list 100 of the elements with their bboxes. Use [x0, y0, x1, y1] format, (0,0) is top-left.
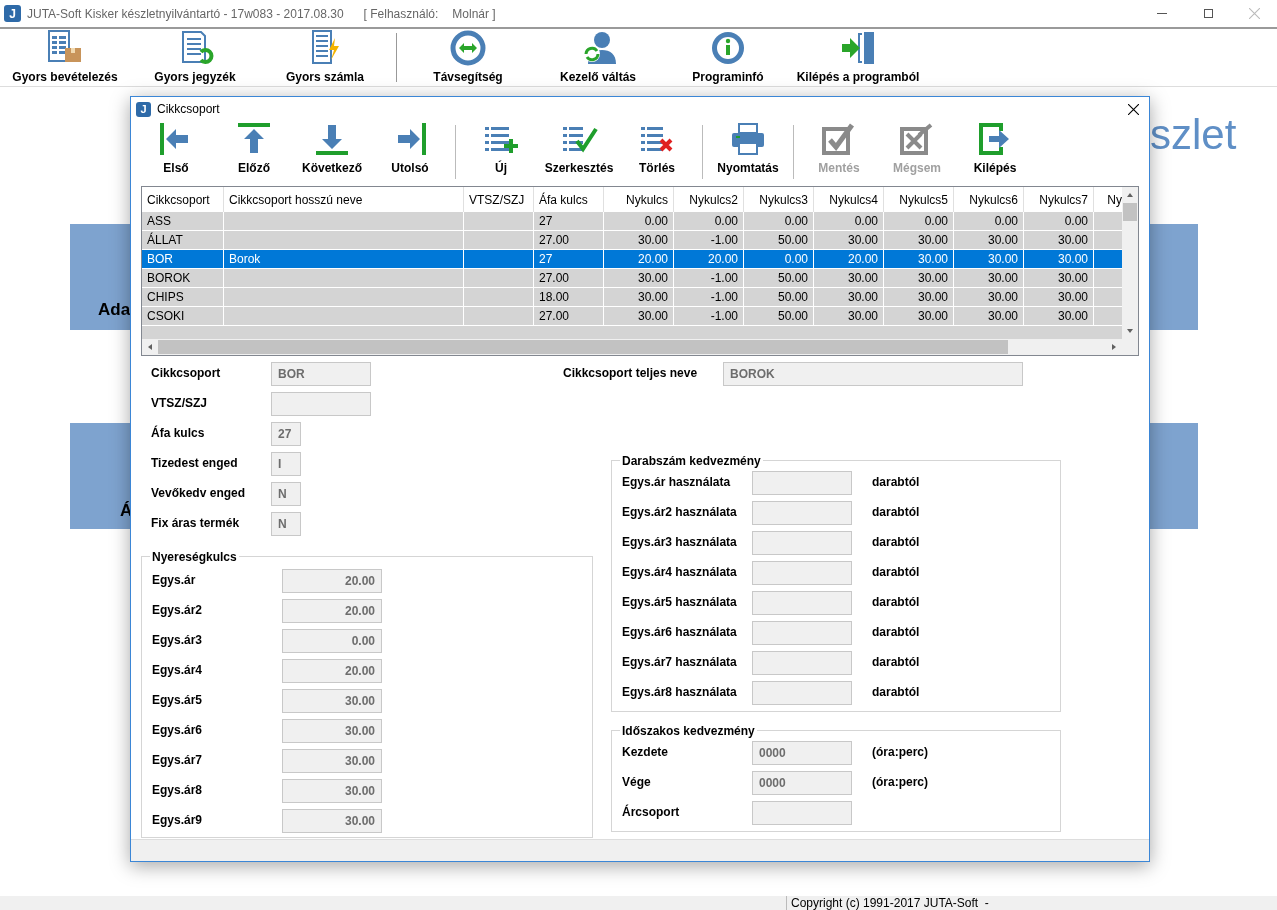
- table-cell-text: -1.00: [710, 232, 738, 249]
- input-field[interactable]: [752, 651, 852, 675]
- input-field[interactable]: [752, 561, 852, 585]
- table-cell-text: 30.00: [1057, 289, 1088, 306]
- input-field[interactable]: [752, 681, 852, 705]
- input-field[interactable]: N: [271, 482, 301, 506]
- table-cell-text: 0.00: [924, 213, 948, 230]
- table-cell-text: 30.00: [987, 270, 1018, 287]
- input-field[interactable]: BOR: [271, 362, 371, 386]
- scroll-right-icon[interactable]: [1110, 343, 1118, 351]
- table-row[interactable]: CHIPS 18.00 30.00 -1.00 50.00 30.00 30.00 30.00 30.00: [142, 288, 1122, 307]
- table-cell-text: 0.00: [644, 213, 668, 230]
- toolbar-button[interactable]: Kezelő váltás: [533, 29, 663, 86]
- input-field[interactable]: [271, 392, 371, 416]
- input-field[interactable]: [752, 801, 852, 825]
- input-field[interactable]: 30.00: [282, 689, 382, 713]
- input-field[interactable]: [752, 471, 852, 495]
- table-cell-text: 50.00: [777, 289, 808, 306]
- table-row[interactable]: BOR Borok 27 20.00 20.00 0.00 20.00 30.00 30.00 30.00: [142, 250, 1122, 269]
- scroll-down-icon[interactable]: [1126, 327, 1134, 335]
- input-field[interactable]: 30.00: [282, 779, 382, 803]
- toolbar-button[interactable]: Kilépés a programból: [793, 29, 923, 86]
- table-cell-text: 0.00: [714, 213, 738, 230]
- field-label: Cikkcsoport: [150, 365, 222, 382]
- input-field[interactable]: [752, 501, 852, 525]
- user-label: [ Felhasználó:: [363, 5, 439, 23]
- input-field[interactable]: [752, 591, 852, 615]
- toolbar-button[interactable]: Új: [462, 121, 540, 183]
- scroll-thumb[interactable]: [158, 340, 1008, 354]
- field-label: Fix áras termék: [150, 515, 241, 532]
- input-field[interactable]: [752, 531, 852, 555]
- field-label: Kezdete: [621, 744, 669, 761]
- field-label: Egys.ár: [151, 572, 197, 589]
- table-cell-text: 27: [539, 213, 553, 230]
- input-field[interactable]: 30.00: [282, 719, 382, 743]
- field-label: Egys.ár7 használata: [621, 654, 738, 671]
- input-field[interactable]: 0000: [752, 771, 852, 795]
- table-cell-text: -1.00: [710, 308, 738, 325]
- table-cell-text: 50.00: [777, 270, 808, 287]
- table-cell-text: BOR: [147, 251, 173, 268]
- field-label: Egys.ár6 használata: [621, 624, 738, 641]
- input-field[interactable]: 30.00: [282, 809, 382, 833]
- input-field[interactable]: BOROK: [723, 362, 1023, 386]
- toolbar-button[interactable]: Gyors jegyzék: [130, 29, 260, 86]
- toolbar-button[interactable]: Programinfó: [663, 29, 793, 86]
- input-field[interactable]: 0000: [752, 741, 852, 765]
- table-cell-text: -1.00: [710, 289, 738, 306]
- table-cell-text: 30.00: [637, 232, 668, 249]
- user-name: Molnár ]: [452, 5, 496, 23]
- toolbar-button[interactable]: Szerkesztés: [540, 121, 618, 183]
- unit-label: darabtól: [872, 594, 920, 611]
- input-field[interactable]: 0.00: [282, 629, 382, 653]
- table-row[interactable]: BOROK 27.00 30.00 -1.00 50.00 30.00 30.00 30.00 30.00: [142, 269, 1122, 288]
- table-cell-text: 0.00: [1064, 213, 1088, 230]
- input-field[interactable]: 27: [271, 422, 301, 446]
- toolbar-button[interactable]: Nyomtatás: [709, 121, 787, 183]
- toolbar-button[interactable]: Utolsó: [371, 121, 449, 183]
- vertical-scrollbar[interactable]: [1122, 187, 1138, 339]
- input-field[interactable]: N: [271, 512, 301, 536]
- field-label: Egys.ár5 használata: [621, 594, 738, 611]
- toolbar-button[interactable]: Törlés: [618, 121, 696, 183]
- input-field[interactable]: 20.00: [282, 659, 382, 683]
- field-label: Árcsoport: [621, 803, 681, 821]
- table-row[interactable]: ÁLLAT 27.00 30.00 -1.00 50.00 30.00 30.00 30.00 30.00: [142, 231, 1122, 250]
- page-heading: szlet: [1150, 110, 1237, 160]
- toolbar-button[interactable]: Kilépés: [956, 121, 1034, 183]
- field-label: Egys.ár2 használata: [621, 504, 738, 521]
- toolbar-button[interactable]: Gyors számla: [260, 29, 390, 86]
- toolbar-button[interactable]: Távsegítség: [403, 29, 533, 86]
- unit-label: (óra:perc): [872, 744, 928, 761]
- toolbar-button[interactable]: Első: [137, 121, 215, 183]
- field-label: Tizedest enged: [150, 455, 239, 472]
- input-field[interactable]: 20.00: [282, 599, 382, 623]
- horizontal-scrollbar[interactable]: [142, 339, 1122, 355]
- scroll-left-icon[interactable]: [146, 343, 154, 351]
- table-cell-text: 30.00: [987, 308, 1018, 325]
- table-cell: ÁLLAT: [147, 231, 183, 249]
- scroll-up-icon[interactable]: [1126, 191, 1134, 199]
- table-cell-text: 20.00: [707, 251, 738, 268]
- toolbar-button[interactable]: Gyors bevételezés: [0, 29, 130, 86]
- input-field[interactable]: [752, 621, 852, 645]
- table-cell-text: 30.00: [917, 251, 948, 268]
- table-cell-text: 30.00: [987, 289, 1018, 306]
- input-field[interactable]: 20.00: [282, 569, 382, 593]
- toolbar-button[interactable]: Előző: [215, 121, 293, 183]
- field-label: Egys.ár3 használata: [621, 534, 738, 551]
- input-field[interactable]: I: [271, 452, 301, 476]
- table-cell-text: 20.00: [847, 251, 878, 268]
- close-icon[interactable]: [1128, 103, 1139, 115]
- table-cell-text: 30.00: [847, 270, 878, 287]
- scroll-thumb[interactable]: [1123, 203, 1137, 221]
- table-cell-text: Borok: [229, 251, 261, 268]
- input-field[interactable]: 30.00: [282, 749, 382, 773]
- table-cell-text: 30.00: [847, 308, 878, 325]
- table-row[interactable]: ASS 27 0.00 0.00 0.00 0.00 0.00 0.00 0.00: [142, 212, 1122, 231]
- toolbar-button[interactable]: Következő: [293, 121, 371, 183]
- unit-label: darabtól: [872, 474, 920, 491]
- table-row[interactable]: CSOKI 27.00 30.00 -1.00 50.00 30.00 30.00 30.00 30.00: [142, 307, 1122, 326]
- unit-label: darabtól: [872, 564, 920, 581]
- unit-label: darabtól: [872, 654, 920, 671]
